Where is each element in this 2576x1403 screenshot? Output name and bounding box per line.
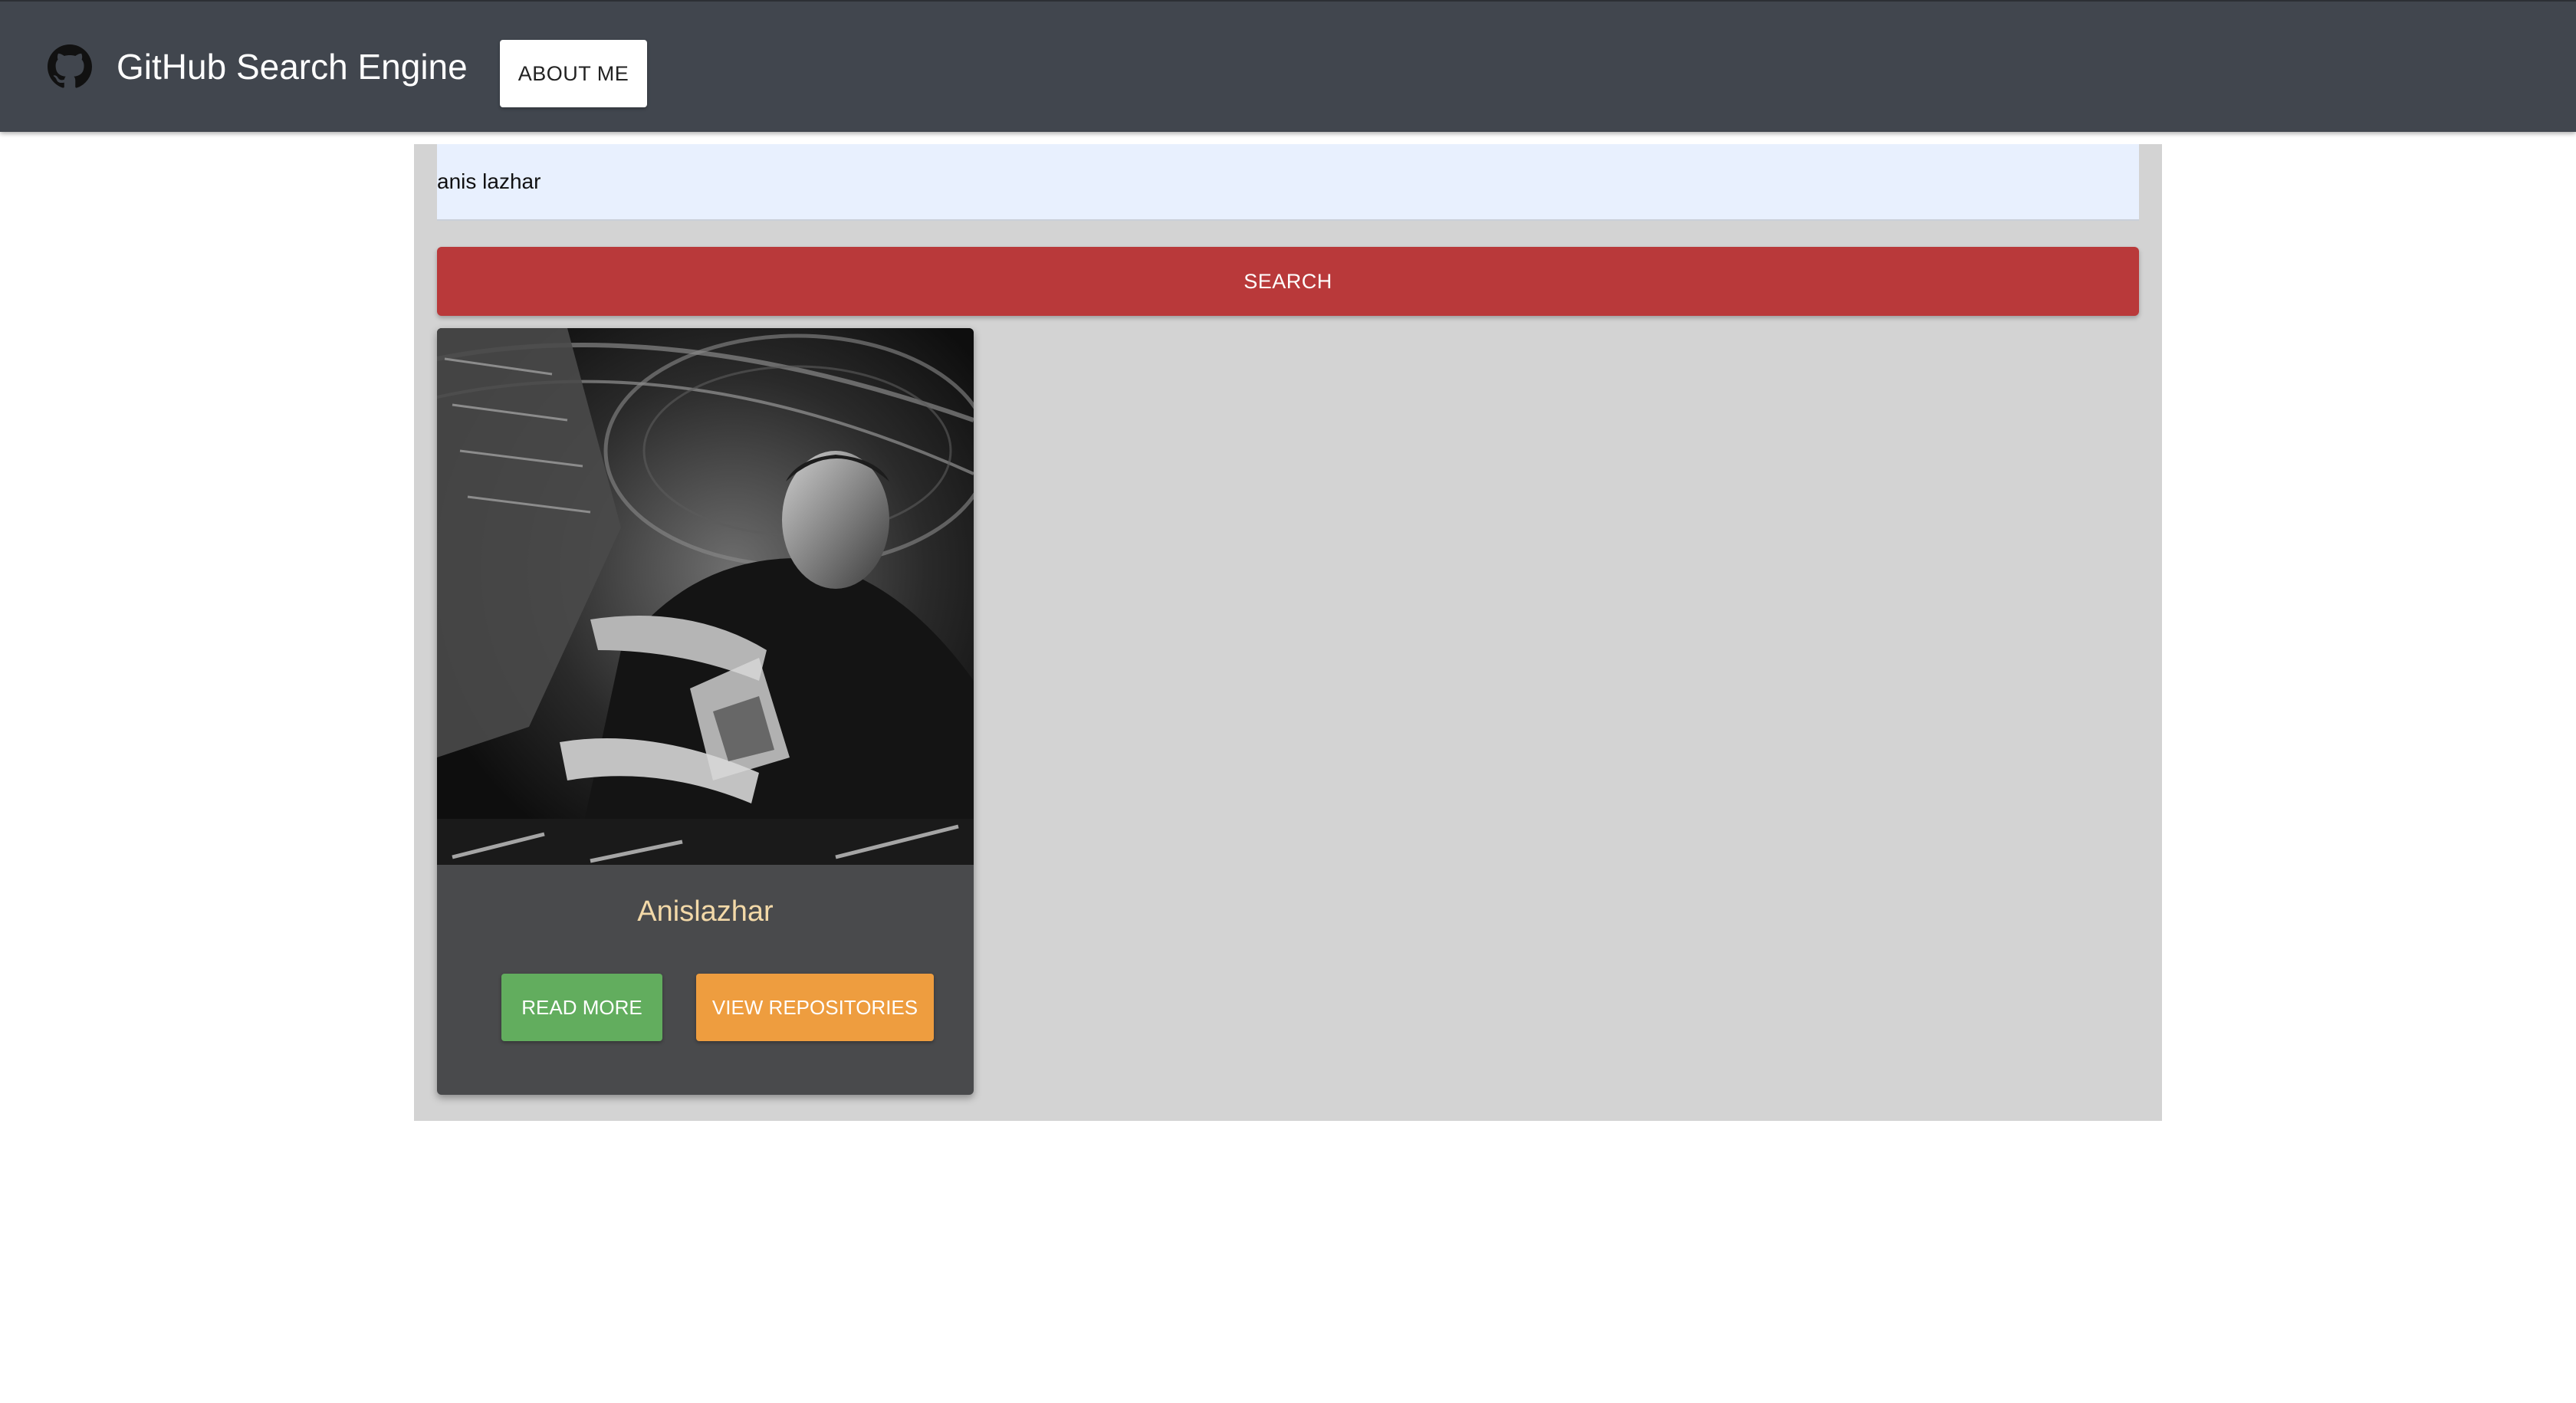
top-navbar: GitHub Search Engine ABOUT ME (0, 0, 2576, 132)
user-avatar-photo (437, 328, 974, 865)
view-repositories-button[interactable]: VIEW REPOSITORIES (696, 974, 934, 1041)
app-window: GitHub Search Engine ABOUT ME SEARCH (0, 0, 2576, 1403)
about-me-button[interactable]: ABOUT ME (500, 40, 647, 107)
user-name: Anislazhar (637, 895, 774, 928)
github-icon[interactable] (48, 44, 92, 89)
search-input[interactable] (437, 144, 2139, 221)
search-panel: SEARCH (414, 144, 2162, 1121)
user-card: Anislazhar READ MORE VIEW REPOSITORIES (437, 328, 974, 1095)
read-more-button[interactable]: READ MORE (501, 974, 662, 1041)
search-button[interactable]: SEARCH (437, 247, 2139, 316)
app-title: GitHub Search Engine (117, 47, 468, 87)
